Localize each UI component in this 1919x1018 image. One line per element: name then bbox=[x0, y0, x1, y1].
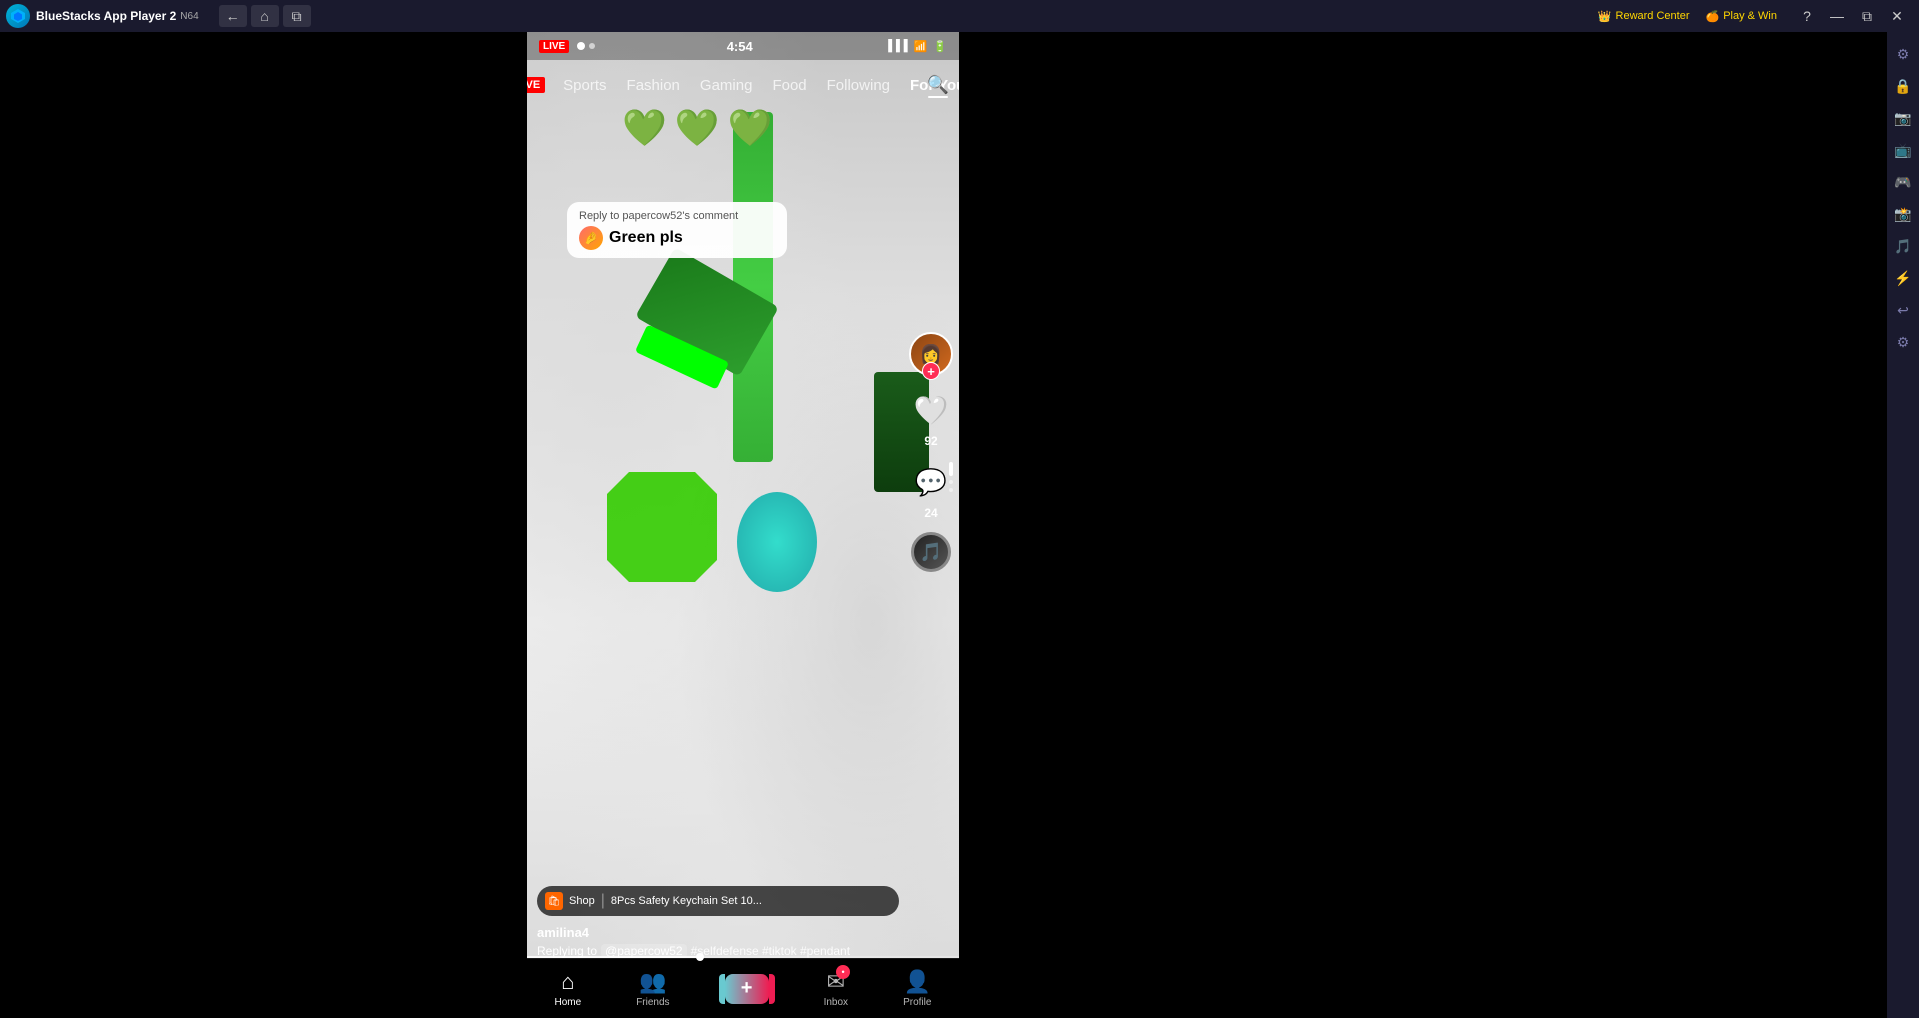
nav-friends[interactable]: 👥 Friends bbox=[636, 969, 669, 1008]
username: amilina4 bbox=[537, 925, 949, 940]
tiktok-navigation: LIVE Sports Fashion Gaming Food Followin… bbox=[527, 60, 959, 110]
shop-bar[interactable]: 🛍 Shop | 8Pcs Safety Keychain Set 10... bbox=[537, 886, 899, 916]
reward-label: Reward Center bbox=[1616, 10, 1690, 22]
phone-container: 💚 💚 💚 Reply to papercow52's comment 🤌 Gr… bbox=[527, 32, 959, 1018]
teal-alarm bbox=[737, 492, 817, 592]
follow-plus: + bbox=[922, 362, 940, 380]
home-icon: ⌂ bbox=[561, 969, 574, 995]
like-button[interactable]: 🤍 bbox=[909, 388, 953, 432]
nav-gaming[interactable]: Gaming bbox=[690, 77, 763, 94]
side-indicators bbox=[949, 462, 953, 492]
sidebar-display-icon[interactable]: 📺 bbox=[1891, 138, 1915, 162]
sidebar-music-icon[interactable]: 🎵 bbox=[1891, 234, 1915, 258]
minimize-btn[interactable]: — bbox=[1823, 5, 1851, 27]
nav-inbox[interactable]: ✉ Inbox • bbox=[824, 969, 848, 1008]
heart-1: 💚 bbox=[622, 107, 667, 149]
titlebar: BlueStacks App Player 2 N64 ← ⌂ ⧉ 👑 Rewa… bbox=[0, 0, 1919, 32]
bluestacks-logo bbox=[6, 4, 30, 28]
reward-center[interactable]: 👑 Reward Center bbox=[1598, 10, 1690, 23]
inbox-badge: • bbox=[836, 965, 850, 979]
friends-icon: 👥 bbox=[639, 969, 666, 995]
comment-reply-label: Reply to papercow52's comment bbox=[579, 210, 775, 222]
nav-back-btn[interactable]: ← bbox=[219, 5, 247, 27]
live-badge: LIVE bbox=[539, 40, 569, 53]
nav-following[interactable]: Following bbox=[817, 77, 900, 94]
side-dot-2 bbox=[949, 488, 953, 492]
video-background bbox=[527, 32, 959, 1018]
comment-text: Green pls bbox=[609, 229, 683, 247]
play-win-icon: 🍊 bbox=[1706, 10, 1720, 23]
tiktok-content[interactable]: 💚 💚 💚 Reply to papercow52's comment 🤌 Gr… bbox=[527, 32, 959, 1018]
shop-icon: 🛍 bbox=[545, 892, 563, 910]
green-knuckle-item bbox=[607, 472, 717, 582]
status-icons: ▐▐▐ 📶 🔋 bbox=[884, 40, 947, 53]
sidebar-lock-icon[interactable]: 🔒 bbox=[1891, 74, 1915, 98]
help-btn[interactable]: ? bbox=[1793, 5, 1821, 27]
nav-sports[interactable]: Sports bbox=[553, 77, 616, 94]
status-bar: LIVE 4:54 ▐▐▐ 📶 🔋 bbox=[527, 32, 959, 60]
titlebar-right: 👑 Reward Center 🍊 Play & Win ? — ⧉ ✕ bbox=[1598, 5, 1919, 27]
like-group: 🤍 92 bbox=[909, 388, 953, 448]
sidebar-photo-icon[interactable]: 📸 bbox=[1891, 202, 1915, 226]
nav-create[interactable]: + bbox=[725, 974, 769, 1004]
nav-multi-btn[interactable]: ⧉ bbox=[283, 5, 311, 27]
comment-author-row: 🤌 Green pls bbox=[579, 226, 775, 250]
comment-count: 24 bbox=[924, 506, 937, 520]
like-count: 92 bbox=[924, 434, 937, 448]
reward-icon: 👑 bbox=[1598, 10, 1612, 23]
comment-group: 💬 24 bbox=[909, 460, 953, 520]
shop-product-name: 8Pcs Safety Keychain Set 10... bbox=[611, 895, 762, 907]
heart-3: 💚 bbox=[728, 107, 773, 149]
comment-button[interactable]: 💬 bbox=[909, 460, 953, 504]
signal-icon: ▐▐▐ bbox=[884, 40, 907, 52]
hearts-display: 💚 💚 💚 bbox=[622, 107, 772, 149]
comment-avatar: 🤌 bbox=[579, 226, 603, 250]
profile-icon: 👤 bbox=[904, 969, 931, 995]
sidebar-camera-icon[interactable]: 📷 bbox=[1891, 106, 1915, 130]
creator-avatar-wrap[interactable]: 👩 + bbox=[909, 332, 953, 376]
comment-bubble[interactable]: Reply to papercow52's comment 🤌 Green pl… bbox=[567, 202, 787, 258]
shop-divider: | bbox=[601, 892, 605, 910]
video-info-overlay: amilina4 Replying to @papercow52 #selfde… bbox=[527, 925, 959, 958]
sidebar-back-icon[interactable]: ↩ bbox=[1891, 298, 1915, 322]
nav-profile[interactable]: 👤 Profile bbox=[903, 969, 931, 1008]
sidebar-controller-icon[interactable]: 🎮 bbox=[1891, 170, 1915, 194]
heart-2: 💚 bbox=[675, 107, 720, 149]
nav-live-item[interactable]: LIVE bbox=[527, 77, 545, 93]
restore-btn[interactable]: ⧉ bbox=[1853, 5, 1881, 27]
app-sub: N64 bbox=[180, 11, 198, 22]
sidebar-boost-icon[interactable]: ⚡ bbox=[1891, 266, 1915, 290]
music-disc[interactable]: 🎵 bbox=[911, 532, 951, 572]
bottom-navigation: ⌂ Home 👥 Friends + ✉ Inbox • 👤 Profile bbox=[527, 958, 959, 1018]
side-dot-1 bbox=[949, 480, 953, 484]
side-dot-active bbox=[949, 462, 953, 476]
progress-handle[interactable] bbox=[696, 953, 704, 961]
create-plus-button[interactable]: + bbox=[725, 974, 769, 1004]
shop-label: Shop bbox=[569, 895, 595, 907]
search-icon[interactable]: 🔍 bbox=[927, 75, 949, 96]
left-empty-area bbox=[0, 32, 527, 1018]
nav-home[interactable]: ⌂ Home bbox=[555, 969, 582, 1008]
bluestacks-right-sidebar: ⚙ 🔒 📷 📺 🎮 📸 🎵 ⚡ ↩ ⚙ bbox=[1887, 32, 1919, 1018]
nav-fashion[interactable]: Fashion bbox=[617, 77, 690, 94]
nav-food[interactable]: Food bbox=[762, 77, 816, 94]
nav-home-btn[interactable]: ⌂ bbox=[251, 5, 279, 27]
wifi-icon: 📶 bbox=[914, 40, 928, 53]
battery-icon: 🔋 bbox=[933, 40, 947, 53]
status-time: 4:54 bbox=[727, 39, 753, 54]
sidebar-more-icon[interactable]: ⚙ bbox=[1891, 330, 1915, 354]
progress-fill bbox=[527, 956, 700, 958]
titlebar-nav: ← ⌂ ⧉ bbox=[219, 5, 311, 27]
play-win[interactable]: 🍊 Play & Win bbox=[1706, 10, 1778, 23]
video-progress-bar[interactable] bbox=[527, 956, 959, 958]
sidebar-settings-icon[interactable]: ⚙ bbox=[1891, 42, 1915, 66]
window-controls: ? — ⧉ ✕ bbox=[1793, 5, 1911, 27]
close-btn[interactable]: ✕ bbox=[1883, 5, 1911, 27]
action-buttons: 👩 + 🤍 92 💬 24 🎵 bbox=[909, 332, 953, 572]
app-name: BlueStacks App Player 2 bbox=[36, 9, 176, 23]
play-win-label: Play & Win bbox=[1723, 10, 1777, 22]
